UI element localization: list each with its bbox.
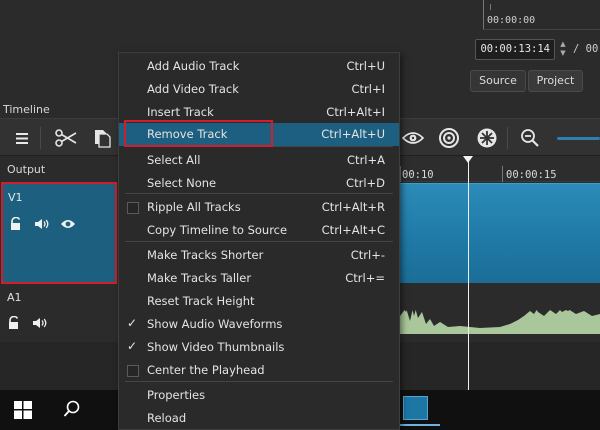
checkbox-icon [127,202,139,214]
menu-item-label: Ripple All Tracks [147,200,241,214]
menu-item-label: Reset Track Height [147,294,255,308]
menu-item-label: Properties [147,388,206,402]
menu-item-label: Select All [147,153,201,167]
ruler-label: 00:00:15 [506,169,557,181]
menu-item-ripple-all-tracks[interactable]: Ripple All Tracks Ctrl+Alt+R [119,196,399,219]
tab-source[interactable]: Source [470,70,526,92]
menu-item-label: Insert Track [147,105,214,119]
menu-item-copy-timeline-to-source[interactable]: Copy Timeline to Source Ctrl+Alt+C [119,219,399,242]
lock-icon[interactable] [5,315,23,331]
track-name: V1 [8,191,23,204]
ruler-tick [502,166,503,182]
audio-clip[interactable] [400,286,600,334]
menu-separator [125,241,393,242]
menu-item-shortcut: Ctrl+I [351,82,386,96]
speaker-icon[interactable] [31,315,49,331]
menu-item-select-all[interactable]: Select All Ctrl+A [119,149,399,172]
menu-item-label: Make Tracks Taller [147,271,252,285]
copy-icon[interactable] [90,126,114,150]
menu-item-properties[interactable]: Properties [119,384,399,407]
spin-up-icon[interactable]: ▲ [557,40,569,49]
video-clip[interactable] [400,183,600,283]
shotcut-app-icon[interactable] [403,396,428,420]
menu-item-make-tracks-taller[interactable]: Make Tracks Taller Ctrl+= [119,267,399,290]
menu-separator [125,193,393,194]
timecode-field[interactable]: 00:00:13:14 [475,39,555,60]
menu-item-insert-track[interactable]: Insert Track Ctrl+Alt+I [119,101,399,124]
track-name: A1 [7,291,22,304]
eye-icon[interactable] [59,216,77,232]
menu-item-shortcut: Ctrl+U [346,59,385,73]
speaker-icon[interactable] [33,216,51,232]
menu-item-shortcut: Ctrl+= [345,271,385,285]
track-header-v1[interactable]: V1 [1,182,117,284]
timeline-panel-title: Timeline [3,103,50,116]
timeline-context-menu: Add Audio Track Ctrl+U Add Video Track Ctrl… [118,52,400,430]
cut-icon[interactable] [54,126,78,150]
timecode-spinner[interactable]: ▲ ▼ [557,40,569,60]
scrub-line [483,29,600,30]
zoom-slider[interactable] [557,137,600,140]
lock-icon[interactable] [7,216,25,232]
menu-item-label: Show Audio Waveforms [147,317,283,331]
menu-item-remove-track[interactable]: Remove Track Ctrl+Alt+U [119,123,399,146]
active-app-indicator [400,424,440,426]
menu-item-label: Select None [147,176,217,190]
track-header-a1[interactable]: A1 [1,287,117,342]
search-icon[interactable] [63,400,81,421]
menu-item-shortcut: Ctrl+Alt+C [321,223,385,237]
menu-item-label: Add Audio Track [147,59,240,73]
checkmark-icon: ✓ [127,316,138,330]
checkmark-icon: ✓ [127,339,138,353]
menu-item-shortcut: Ctrl+Alt+R [321,200,385,214]
toolbar-separator [507,127,508,149]
menu-item-shortcut: Ctrl+- [350,248,385,262]
menu-item-label: Reload [147,411,187,425]
menu-item-show-video-thumbnails[interactable]: ✓ Show Video Thumbnails [119,336,399,359]
duration-label: / 00:2 [573,43,600,55]
menu-item-shortcut: Ctrl+D [346,176,385,190]
tab-project[interactable]: Project [528,70,583,92]
menu-item-label: Show Video Thumbnails [147,340,285,354]
menu-item-shortcut: Ctrl+Alt+I [326,105,385,119]
audio-waveform [400,286,600,334]
output-label: Output [7,163,46,176]
menu-icon[interactable] [10,126,34,150]
menu-item-make-tracks-shorter[interactable]: Make Tracks Shorter Ctrl+- [119,244,399,267]
windows-start-icon[interactable] [14,401,32,422]
menu-item-shortcut: Ctrl+A [347,153,385,167]
menu-item-label: Add Video Track [147,82,239,96]
menu-item-center-the-playhead[interactable]: Center the Playhead [119,359,399,382]
menu-item-reload[interactable]: Reload [119,407,399,430]
menu-item-label: Center the Playhead [147,363,265,377]
scrub-ruler-time: 00:00:00 [487,15,536,26]
zoom-out-icon[interactable] [518,126,542,150]
menu-item-label: Copy Timeline to Source [147,223,288,237]
ruler-tick [400,166,401,182]
menu-separator [125,146,393,147]
menu-item-shortcut: Ctrl+Alt+U [321,127,385,141]
eye-icon[interactable] [401,126,425,150]
target-icon[interactable] [437,126,461,150]
ruler-label: 00:10 [402,169,434,181]
menu-item-show-audio-waveforms[interactable]: ✓ Show Audio Waveforms [119,313,399,336]
menu-item-reset-track-height[interactable]: Reset Track Height [119,290,399,313]
menu-separator [125,381,393,382]
spin-down-icon[interactable]: ▼ [557,49,569,58]
playhead-line [468,160,469,390]
checkbox-icon [127,365,139,377]
ripple-icon[interactable] [475,126,499,150]
menu-item-select-none[interactable]: Select None Ctrl+D [119,172,399,195]
menu-item-label: Make Tracks Shorter [147,248,264,262]
timeline-ruler[interactable]: 00:10 00:00:15 [400,156,600,182]
menu-item-add-video-track[interactable]: Add Video Track Ctrl+I [119,78,399,101]
menu-item-label: Remove Track [147,127,228,141]
menu-item-add-audio-track[interactable]: Add Audio Track Ctrl+U [119,55,399,78]
toolbar-separator [40,127,41,149]
